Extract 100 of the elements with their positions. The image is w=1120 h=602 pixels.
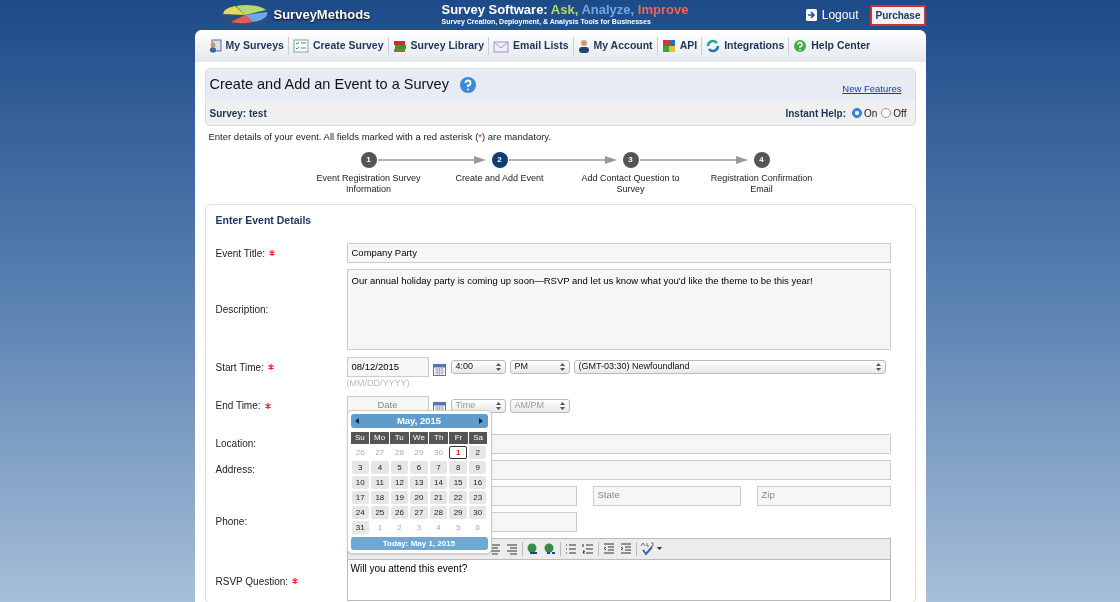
calendar-day[interactable]: 5 [390, 461, 409, 475]
calendar-day[interactable]: 10 [351, 476, 370, 490]
radio-option[interactable]: Off [881, 105, 907, 121]
text-input[interactable]: Company Party [346, 243, 891, 263]
calendar-day[interactable]: 25 [371, 506, 389, 520]
weekday-header: Th [429, 432, 449, 445]
calendar-day[interactable]: 16 [468, 476, 487, 490]
logout-icon [804, 8, 818, 22]
books-icon [392, 39, 407, 53]
dropdown[interactable]: (GMT-03:30) Newfoundland [573, 360, 886, 374]
nav-tab[interactable]: My Account [576, 38, 654, 54]
logout-link[interactable]: Logout [804, 6, 859, 24]
calendar-day[interactable]: 4 [371, 461, 389, 475]
weekday-header: Mo [370, 432, 389, 445]
calendar-day[interactable]: 27 [410, 506, 428, 520]
spellcheck-icon[interactable] [639, 541, 654, 556]
calendar-day[interactable]: 14 [429, 476, 448, 490]
bullet-list-icon[interactable] [563, 541, 578, 556]
field-label: Description: [215, 303, 269, 317]
calendar-day[interactable]: 7 [429, 461, 448, 475]
indent-icon[interactable] [618, 541, 633, 556]
calendar-day[interactable]: 30 [468, 506, 487, 520]
step-label: Create and Add Event [454, 173, 545, 185]
textarea[interactable]: Our annual holiday party is coming up soon—RSVP and let us know what you'd like the theme to be this year! [346, 269, 891, 350]
calendar-day[interactable]: 31 [351, 521, 370, 535]
calendar-icon[interactable] [432, 363, 446, 376]
nav-tab[interactable]: Create Survey [291, 38, 385, 54]
nav-tab[interactable]: Survey Library [391, 38, 486, 54]
nav-tab[interactable]: Email Lists [492, 38, 570, 54]
calendar-day[interactable]: 18 [371, 491, 389, 505]
calendar-day[interactable]: 24 [351, 506, 370, 520]
date-input[interactable]: 08/12/2015 [346, 357, 429, 377]
weekday-header: We [409, 432, 429, 445]
instructions: Enter details of your event. All fields marked with a red asterisk (*) are mandatory. [208, 130, 553, 144]
field-label: Event Title: [215, 246, 265, 261]
calendar-day[interactable]: 6 [410, 461, 428, 475]
step-label: Registration Confirmation Email [709, 173, 814, 196]
required-asterisk-icon [264, 402, 271, 409]
step-label: Event Registration Survey Information [315, 173, 422, 196]
nav-tab[interactable]: API [660, 38, 699, 54]
unlink-icon[interactable] [542, 541, 557, 556]
calendar-day[interactable]: 15 [449, 476, 467, 490]
nav-tab[interactable]: Integrations [705, 38, 786, 54]
calendar-day[interactable]: 3 [351, 461, 370, 475]
calendar-day[interactable]: 29 [449, 506, 467, 520]
outdent-icon[interactable] [601, 541, 616, 556]
dropdown[interactable]: PM [509, 360, 570, 374]
new-features-link[interactable]: New Features [842, 81, 902, 97]
calendar-day[interactable]: 8 [449, 461, 467, 475]
calendar-day[interactable]: 28 [429, 506, 448, 520]
required-asterisk-icon [268, 250, 275, 256]
date-format-hint: (MM/DD/YYYY) [346, 377, 411, 390]
calendar-day[interactable]: 1 [449, 446, 467, 460]
calendar-day[interactable]: 12 [390, 476, 409, 490]
section-heading: Enter Event Details [215, 213, 313, 229]
calendar-day[interactable]: 20 [410, 491, 428, 505]
calendar-day[interactable]: 2 [468, 446, 487, 460]
calendar-day[interactable]: 26 [390, 506, 409, 520]
field-label: End Time: [215, 399, 261, 413]
nav-tab[interactable]: Help Center [792, 38, 872, 54]
field-label: RSVP Question: [215, 574, 289, 589]
calendar-month: May, 2015 [396, 414, 442, 429]
step-number: 4 [753, 152, 770, 169]
previous-month-icon[interactable] [354, 418, 359, 425]
step-number: 3 [622, 152, 639, 169]
step-number: 2 [491, 152, 508, 169]
page-title: Create and Add an Event to a Survey [209, 75, 449, 95]
checklist-icon [292, 39, 309, 53]
link-icon[interactable] [525, 541, 540, 556]
updown-caret-icon [495, 363, 501, 371]
caret-icon[interactable] [656, 546, 662, 551]
calendar-day[interactable]: 23 [468, 491, 487, 505]
calendar-day[interactable]: 21 [429, 491, 448, 505]
help-icon [793, 39, 808, 53]
numbered-list-icon[interactable] [580, 541, 595, 556]
align-right-icon[interactable] [504, 541, 519, 556]
text-input[interactable]: State [592, 485, 741, 506]
weekday-header: Sa [468, 432, 488, 445]
text-input[interactable]: Zip [756, 485, 891, 506]
calendar-day[interactable]: 19 [390, 491, 409, 505]
required-asterisk-icon [267, 364, 274, 370]
calendar-day[interactable]: 17 [351, 491, 370, 505]
radio-option[interactable]: On [852, 105, 878, 121]
updown-caret-icon [495, 401, 501, 410]
purchase-button[interactable]: Purchase [870, 4, 926, 26]
calendar-day[interactable]: 13 [410, 476, 428, 490]
logo-text: SurveyMethods [273, 6, 371, 25]
instant-help-label: Instant Help: [785, 106, 846, 121]
nav-tab[interactable]: My Surveys [206, 38, 285, 54]
field-label: Start Time: [215, 360, 264, 375]
field-label: Phone: [215, 515, 248, 529]
calendar-day[interactable]: 11 [371, 476, 389, 490]
dropdown[interactable]: 4:00 [450, 360, 506, 374]
step-number: 1 [360, 152, 377, 169]
next-month-icon[interactable] [479, 418, 484, 425]
calendar-day[interactable]: 9 [468, 461, 487, 475]
help-icon[interactable] [458, 76, 477, 94]
person-icon [577, 39, 590, 53]
calendar-day[interactable]: 22 [449, 491, 467, 505]
weekday-header: Su [350, 432, 370, 445]
